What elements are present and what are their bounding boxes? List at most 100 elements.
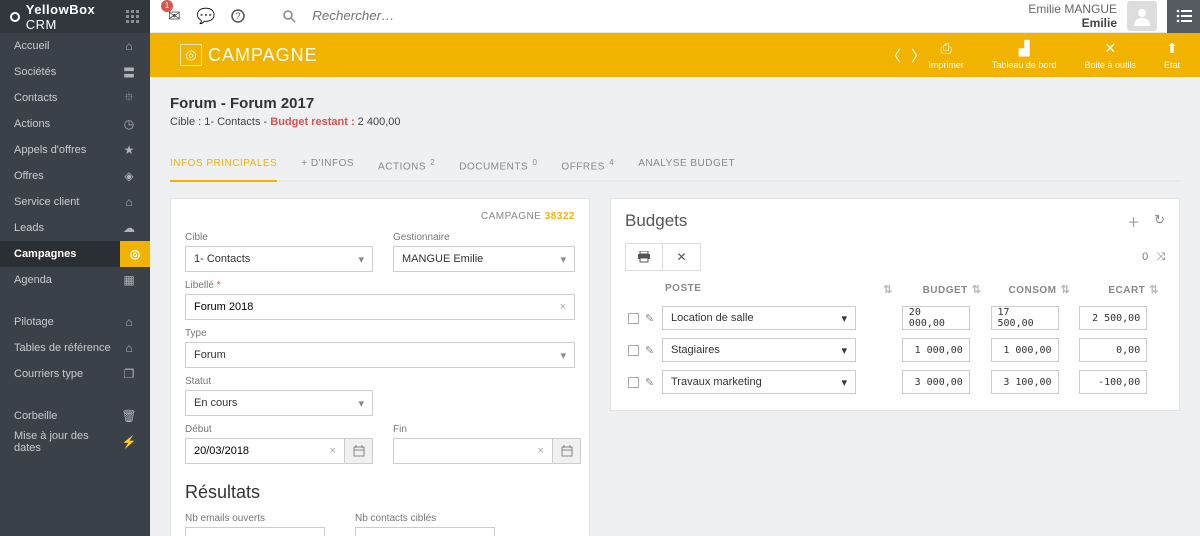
tools-button[interactable]: ✕ bbox=[663, 243, 701, 271]
avatar[interactable] bbox=[1127, 1, 1157, 31]
sidebar-item-contacts[interactable]: Contacts⯐ bbox=[0, 85, 150, 111]
sidebar-item-pilotage[interactable]: Pilotage⌂ bbox=[0, 309, 150, 335]
row-checkbox[interactable] bbox=[628, 345, 639, 356]
clear-icon[interactable]: × bbox=[538, 445, 544, 457]
user-block[interactable]: Emilie MANGUE Emilie bbox=[1028, 0, 1200, 33]
statut-select[interactable]: En cours▾ bbox=[185, 390, 373, 416]
chat-icon[interactable]: 💬 bbox=[197, 7, 216, 25]
boite-outils-button[interactable]: ✕Boite à outils bbox=[1084, 40, 1136, 70]
res-value-contacts[interactable]: 575 bbox=[355, 527, 495, 536]
sidebar-item-service-client[interactable]: Service client⌂ bbox=[0, 189, 150, 215]
calendar-button[interactable] bbox=[553, 438, 581, 464]
shuffle-icon[interactable]: ⤨ bbox=[1156, 251, 1165, 264]
bolt-icon: ⚡ bbox=[118, 435, 140, 449]
budget-cell[interactable]: 20 000,00 bbox=[902, 306, 970, 330]
edit-icon[interactable]: ✎ bbox=[645, 312, 654, 325]
tableau-de-bord-button[interactable]: ▟Tableau de bord bbox=[992, 40, 1057, 70]
add-budget-button[interactable]: ＋ bbox=[1127, 212, 1140, 231]
sidebar-item-courriers-type[interactable]: Courriers type❐ bbox=[0, 361, 150, 387]
tab--d-infos[interactable]: + D'INFOS bbox=[301, 150, 354, 180]
ecart-cell[interactable]: 2 500,00 bbox=[1079, 306, 1147, 330]
list-view-button[interactable] bbox=[1167, 0, 1200, 33]
row-checkbox[interactable] bbox=[628, 377, 639, 388]
sidebar-item-leads[interactable]: Leads ☁ bbox=[0, 215, 150, 241]
cloud-icon: ☁ bbox=[118, 221, 140, 235]
ecart-cell[interactable]: 0,00 bbox=[1079, 338, 1147, 362]
page-title: Forum - Forum 2017 bbox=[170, 95, 1180, 112]
next-record-button[interactable]: 〉 bbox=[911, 45, 926, 66]
page-subtitle: Cible : 1- Contacts - Budget restant : 2… bbox=[170, 116, 1180, 128]
print-button[interactable] bbox=[625, 243, 663, 271]
poste-select[interactable]: Stagiaires▾ bbox=[662, 338, 856, 362]
libelle-input[interactable]: × bbox=[185, 294, 575, 320]
res-value-emails[interactable]: 401 bbox=[185, 527, 325, 536]
debut-input[interactable]: × bbox=[185, 438, 345, 464]
sidebar-item-appels-d-offres[interactable]: Appels d'offres★ bbox=[0, 137, 150, 163]
sidebar-item-label: Leads bbox=[14, 222, 44, 234]
prev-record-button[interactable]: 〈 bbox=[886, 45, 901, 66]
tag-icon: ◈ bbox=[118, 169, 140, 183]
edit-icon[interactable]: ✎ bbox=[645, 344, 654, 357]
tab-actions[interactable]: ACTIONS 2 bbox=[378, 150, 435, 180]
bookmark-icon: 〓 bbox=[118, 64, 140, 81]
sidebar-item-mise-jour-des-dates[interactable]: Mise à jour des dates⚡ bbox=[0, 429, 150, 455]
sidebar-item-label: Corbeille bbox=[14, 410, 57, 422]
apps-grid-icon[interactable] bbox=[126, 10, 140, 24]
help-icon[interactable]: ? bbox=[231, 9, 245, 23]
fin-input[interactable]: × bbox=[393, 438, 553, 464]
field-label-libelle: Libellé * bbox=[185, 280, 575, 291]
star-icon: ★ bbox=[118, 143, 140, 157]
sidebar-item-label: Service client bbox=[14, 196, 79, 208]
search-input[interactable] bbox=[308, 4, 448, 28]
poste-select[interactable]: Travaux marketing▾ bbox=[662, 370, 856, 394]
table-row: ✎ Travaux marketing▾ 3 000,00 3 100,00 -100,… bbox=[625, 366, 1165, 398]
upload-icon: ⬆ bbox=[1166, 40, 1178, 57]
sidebar-item-offres[interactable]: Offres◈ bbox=[0, 163, 150, 189]
col-poste[interactable]: POSTE⇅ bbox=[659, 277, 899, 302]
sidebar-item-label: Actions bbox=[14, 118, 50, 130]
calendar-button[interactable] bbox=[345, 438, 373, 464]
tab-analyse-budget[interactable]: ANALYSE BUDGET bbox=[638, 150, 735, 180]
sidebar-item-campagnes[interactable]: Campagnes◎ bbox=[0, 241, 150, 267]
sidebar-item-corbeille[interactable]: Corbeille🗑 bbox=[0, 403, 150, 429]
sidebar-item-actions[interactable]: Actions◷ bbox=[0, 111, 150, 137]
mail-icon[interactable]: ✉1 bbox=[168, 7, 181, 25]
top-bar: ✉1 💬 ? Emilie MANGUE Emilie bbox=[150, 0, 1200, 33]
tab-documents[interactable]: DOCUMENTS 0 bbox=[459, 150, 537, 180]
col-budget[interactable]: BUDGET⇅ bbox=[899, 277, 988, 302]
clear-icon[interactable]: × bbox=[330, 445, 336, 457]
consom-cell[interactable]: 17 500,00 bbox=[991, 306, 1059, 330]
tab-offres[interactable]: OFFRES 4 bbox=[561, 150, 614, 180]
imprimer-button[interactable]: ⎙Imprimer bbox=[928, 40, 964, 70]
clear-icon[interactable]: × bbox=[560, 301, 566, 313]
consom-cell[interactable]: 1 000,00 bbox=[991, 338, 1059, 362]
edit-icon[interactable]: ✎ bbox=[645, 376, 654, 389]
row-checkbox[interactable] bbox=[628, 313, 639, 324]
app-brand: YellowBox CRM bbox=[0, 0, 150, 33]
brand-dot-icon bbox=[10, 12, 20, 22]
search-box[interactable] bbox=[283, 4, 448, 28]
refresh-budget-button[interactable]: ↻ bbox=[1154, 212, 1165, 231]
sidebar-item-agenda[interactable]: Agenda▦ bbox=[0, 267, 150, 293]
budget-cell[interactable]: 1 000,00 bbox=[902, 338, 970, 362]
col-ecart[interactable]: ECART⇅ bbox=[1076, 277, 1165, 302]
consom-cell[interactable]: 3 100,00 bbox=[991, 370, 1059, 394]
campaign-icon: ◎ bbox=[180, 44, 202, 66]
ecart-cell[interactable]: -100,00 bbox=[1079, 370, 1147, 394]
chart-icon: ▟ bbox=[1019, 40, 1030, 57]
field-label-cible: Cible bbox=[185, 232, 373, 243]
sidebar-item-tables-de-r-f-rence[interactable]: Tables de référence⌂ bbox=[0, 335, 150, 361]
poste-select[interactable]: Location de salle▾ bbox=[662, 306, 856, 330]
sidebar-item-soci-t-s[interactable]: Sociétés〓 bbox=[0, 59, 150, 85]
etat-button[interactable]: ⬆Etat bbox=[1164, 40, 1180, 70]
budget-cell[interactable]: 3 000,00 bbox=[902, 370, 970, 394]
col-consom[interactable]: CONSOM⇅ bbox=[988, 277, 1077, 302]
type-select[interactable]: Forum▾ bbox=[185, 342, 575, 368]
tab-infos-principales[interactable]: INFOS PRINCIPALES bbox=[170, 150, 277, 182]
field-label-debut: Début bbox=[185, 424, 373, 435]
sidebar-item-label: Mise à jour des dates bbox=[14, 430, 118, 454]
cible-select[interactable]: 1- Contacts▾ bbox=[185, 246, 373, 272]
search-icon bbox=[283, 10, 296, 23]
gestionnaire-select[interactable]: MANGUE Emilie▾ bbox=[393, 246, 575, 272]
sidebar-item-accueil[interactable]: Accueil⌂ bbox=[0, 33, 150, 59]
